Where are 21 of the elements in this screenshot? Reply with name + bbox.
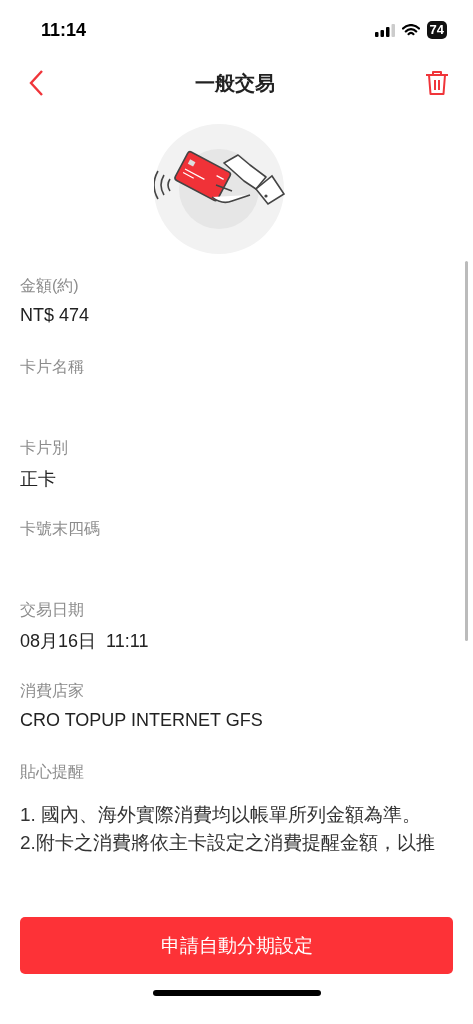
- field-value: NT$ 474: [20, 305, 91, 326]
- wifi-icon: [401, 23, 420, 37]
- trash-icon: [425, 70, 449, 96]
- battery-level: 74: [426, 21, 447, 39]
- back-icon: [28, 69, 44, 97]
- signal-icon: [374, 23, 395, 37]
- field-label: 卡片別: [20, 438, 69, 458]
- page-title: 一般交易: [194, 70, 275, 96]
- field-value: 正卡: [20, 468, 57, 491]
- status-time: 11:14: [41, 19, 87, 41]
- field-value: CRO TOPUP INTERNET GFS: [20, 710, 264, 731]
- installment-settings-button[interactable]: 申請自動分期設定: [20, 917, 453, 974]
- field-label: 交易日期: [20, 600, 85, 620]
- field-label: 卡片名稱: [20, 357, 85, 377]
- reminder-text: 1. 國內、海外實際消費均以帳單所列金額為準。: [20, 803, 423, 827]
- reminder-text: 2.附卡之消費將依主卡設定之消費提醒金額，以推: [20, 831, 436, 855]
- reminder-label: 貼心提醒: [20, 762, 85, 782]
- field-label: 金額(約): [20, 276, 80, 296]
- field-label: 消費店家: [20, 681, 85, 701]
- field-value: 08月16日 11:11: [20, 630, 150, 653]
- field-label: 卡號末四碼: [20, 519, 101, 539]
